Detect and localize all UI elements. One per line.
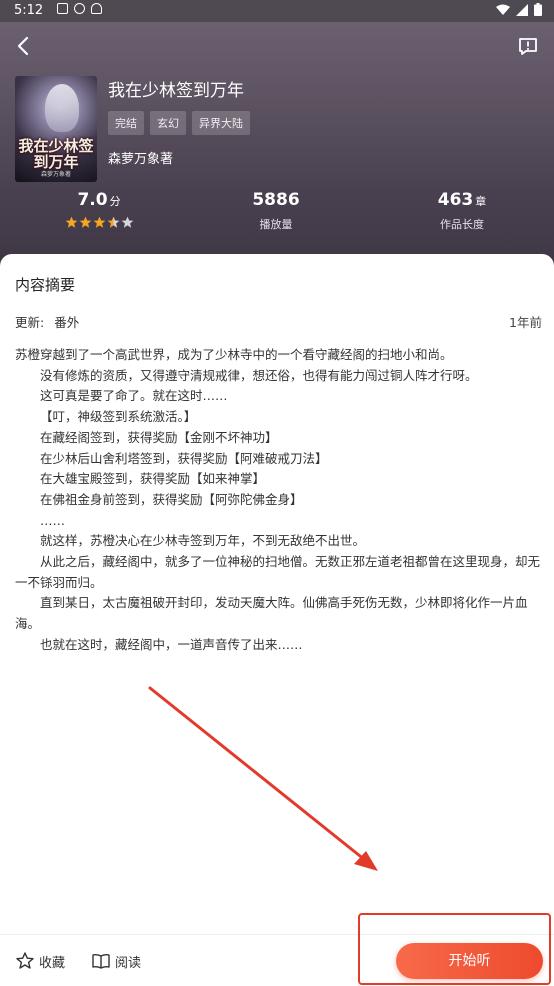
tag-subgenre: 异界大陆 [192, 111, 250, 135]
summary-text: 苏橙穿越到了一个高武世界，成为了少林寺中的一个看守藏经阁的扫地小和尚。没有修炼的… [15, 345, 544, 656]
chevron-left-icon [17, 36, 29, 56]
tag-status: 完结 [108, 111, 144, 135]
rating-stars [54, 216, 144, 229]
star-outline-icon [16, 952, 34, 969]
summary-paragraph: 在大雄宝殿签到，获得奖励【如来神掌】 [40, 471, 266, 487]
summary-paragraph: 没有修炼的资质，又得遵守清规戒律，想还俗，也得有能力闯过铜人阵才行呀。 [40, 367, 478, 383]
status-bar: 5:12 [0, 0, 554, 22]
status-time: 5:12 [14, 3, 44, 18]
summary-paragraph: 从此之后，藏经阁中，就多了一位神秘的扫地僧。无数正邪左道老祖都曾在这里现身，却无… [15, 554, 541, 590]
book-open-icon [92, 953, 110, 969]
update-prefix: 更新: [15, 315, 45, 330]
summary-paragraph: …… [40, 512, 65, 528]
notification-a-icon [57, 3, 68, 14]
notification-icons [57, 3, 102, 14]
summary-paragraph: 在藏经阁签到，获得奖励【金刚不坏神功】 [40, 429, 278, 445]
book-tags: 完结 玄幻 异界大陆 [108, 111, 250, 135]
rating-stat: 7.0 分 [54, 190, 144, 229]
cover-figure [45, 84, 79, 132]
wifi-icon [496, 4, 510, 15]
summary-paragraph: 也就在这时，藏经阁中，一道声音传了出来…… [40, 636, 303, 652]
summary-paragraph: 【叮，神级签到系统激活。】 [40, 409, 197, 425]
chapters-value: 463 [437, 190, 474, 210]
plays-label: 播放量 [259, 218, 293, 231]
rating-star-icon [107, 216, 119, 228]
tag-genre: 玄幻 [150, 111, 186, 135]
collect-label: 收藏 [39, 955, 66, 971]
battery-icon [534, 3, 542, 16]
bottom-action-bar: 收藏 阅读 开始听 [0, 934, 554, 986]
chapters-unit: 章 [475, 195, 487, 208]
rating-star-icon [93, 216, 105, 228]
summary-paragraph: 直到某日，太古魔祖破开封印，发动天魔大阵。仙佛高手死伤无数，少林即将化作一片血海… [15, 595, 528, 632]
feedback-icon [519, 38, 537, 55]
start-listening-button[interactable]: 开始听 [396, 943, 543, 979]
book-title: 我在少林签到万年 [108, 81, 244, 101]
summary-paragraph: 苏橙穿越到了一个高武世界，成为了少林寺中的一个看守藏经阁的扫地小和尚。 [15, 347, 453, 362]
cover-author: 森萝万象著 [40, 171, 71, 178]
plays-value: 5886 [252, 190, 300, 210]
collect-button[interactable]: 收藏 [15, 951, 65, 971]
rating-star-icon [79, 216, 91, 228]
plays-stat: 5886 播放量 [231, 190, 321, 232]
cover-title: 我在少林签到万年 [18, 137, 94, 171]
summary-card: 内容摘要 更新: 番外 1年前 苏橙穿越到了一个高武世界，成为了少林寺中的一个看… [0, 254, 554, 934]
top-navbar [0, 22, 554, 70]
chapters-label: 作品长度 [440, 218, 484, 231]
read-button[interactable]: 阅读 [91, 951, 141, 971]
summary-paragraph: 在少林后山舍利塔签到，获得奖励【阿难破戒刀法】 [40, 450, 328, 466]
notification-gear-icon [74, 3, 85, 14]
read-label: 阅读 [115, 955, 142, 971]
summary-paragraph: 就这样，苏橙决心在少林寺签到万年，不到无敌绝不出世。 [40, 533, 366, 549]
signal-icon [516, 3, 528, 16]
update-time: 1年前 [509, 315, 542, 330]
summary-heading: 内容摘要 [15, 276, 76, 294]
rating-star-icon [65, 216, 77, 228]
report-button[interactable] [512, 30, 544, 62]
book-author: 森萝万象著 [108, 152, 174, 167]
notification-android-icon [91, 3, 102, 14]
rating-value: 7.0 [77, 190, 108, 210]
chapters-stat: 463 章 作品长度 [417, 190, 507, 232]
update-row: 更新: 番外 1年前 [15, 312, 542, 331]
back-button[interactable] [8, 30, 40, 62]
rating-star-icon [121, 216, 133, 228]
summary-paragraph: 在佛祖金身前签到，获得奖励【阿弥陀佛金身】 [40, 491, 303, 507]
book-stats: 7.0 分 5886 播放量 463 章 作品长度 [0, 190, 554, 242]
summary-paragraph: 这可真是要了命了。就在这时…… [40, 388, 228, 404]
update-value: 番外 [54, 315, 80, 330]
book-cover: 我在少林签到万年 森萝万象著 [15, 76, 97, 182]
rating-unit: 分 [109, 195, 121, 208]
